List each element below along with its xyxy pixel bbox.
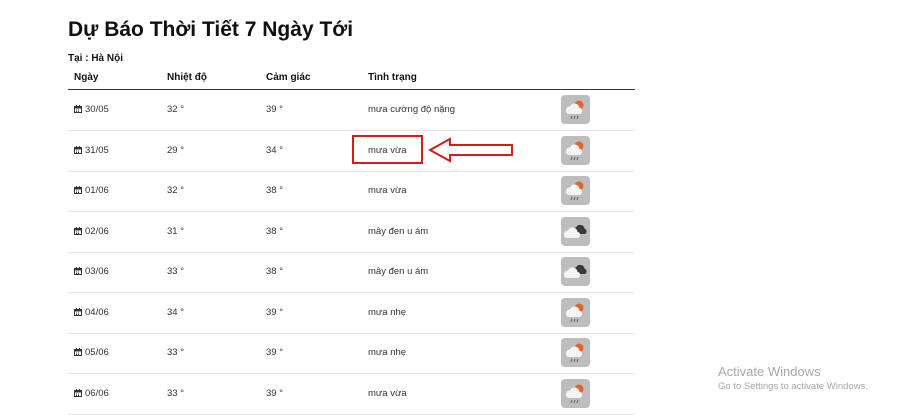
date-cell: 02/06	[74, 226, 109, 237]
header-temperature: Nhiệt độ	[167, 72, 207, 83]
rain-cloud-icon	[561, 135, 590, 165]
calendar-icon	[74, 145, 82, 154]
temperature-cell: 31 °	[167, 225, 185, 237]
date-text: 02/06	[85, 225, 109, 237]
calendar-icon	[74, 348, 82, 356]
overcast-clouds-icon	[561, 216, 590, 246]
feels-like-cell: 34 °	[266, 144, 284, 156]
date-cell: 31/05	[74, 145, 109, 156]
date-text: 06/06	[85, 387, 109, 399]
feels-like-cell: 38 °	[266, 266, 284, 277]
status-cell: mưa vừa	[368, 185, 407, 196]
status-cell: mây đen u ám	[368, 266, 429, 277]
page-title: Dự Báo Thời Tiết 7 Ngày Tới	[68, 18, 354, 41]
temperature-cell: 33 °	[167, 266, 185, 277]
date-cell: 06/06	[74, 388, 109, 399]
date-text: 03/06	[85, 266, 109, 277]
temperature-cell: 33 °	[167, 387, 185, 399]
calendar-icon	[74, 388, 82, 397]
status-cell: mây đen u ám	[368, 225, 429, 237]
watermark-title: Activate Windows	[718, 364, 821, 379]
overcast-clouds-icon	[561, 257, 590, 286]
highlight-box	[352, 135, 423, 164]
status-cell: mưa cường độ nặng	[368, 104, 456, 115]
date-text: 01/06	[85, 185, 109, 196]
date-cell: 01/06	[74, 185, 109, 196]
feels-like-cell: 39 °	[266, 306, 284, 318]
calendar-icon	[74, 226, 82, 235]
temperature-cell: 29 °	[167, 144, 185, 156]
temperature-cell: 32 °	[167, 104, 185, 115]
date-cell: 30/05	[74, 104, 109, 115]
feels-like-cell: 38 °	[266, 185, 284, 196]
temperature-cell: 33 °	[167, 347, 185, 358]
feels-like-cell: 39 °	[266, 347, 284, 358]
table-row: 30/05 32 ° 39 ° mưa cường độ nặng	[68, 90, 635, 131]
table-row: 02/06 31 ° 38 ° mây đen u ám	[68, 212, 635, 253]
rain-cloud-icon	[561, 338, 590, 367]
temperature-cell: 34 °	[167, 306, 185, 318]
rain-cloud-icon	[561, 95, 590, 124]
header-date: Ngày	[74, 72, 99, 83]
status-cell: mưa nhẹ	[368, 347, 407, 358]
table-row: 03/06 33 ° 38 ° mây đen u ám	[68, 252, 635, 293]
date-cell: 04/06	[74, 307, 109, 318]
status-cell: mưa vừa	[368, 387, 407, 399]
header-feels-like: Cảm giác	[266, 72, 311, 83]
date-cell: 03/06	[74, 266, 109, 277]
date-text: 31/05	[85, 144, 109, 156]
date-cell: 05/06	[74, 347, 109, 358]
arrow-annotation	[428, 137, 513, 163]
table-header: Ngày Nhiệt độ Cảm giác Tình trạng	[68, 70, 635, 90]
calendar-icon	[74, 307, 82, 316]
date-text: 30/05	[85, 104, 109, 115]
header-status: Tình trạng	[368, 72, 417, 83]
location-label: Tại : Hà Nội	[68, 53, 124, 64]
table-row: 04/06 34 ° 39 ° mưa nhẹ	[68, 293, 635, 334]
rain-cloud-icon	[561, 297, 590, 327]
table-row: 05/06 33 ° 39 ° mưa nhẹ	[68, 333, 635, 374]
table-row: 06/06 33 ° 39 ° mưa vừa	[68, 374, 635, 415]
calendar-icon	[74, 105, 82, 113]
feels-like-cell: 39 °	[266, 104, 284, 115]
feels-like-cell: 39 °	[266, 387, 284, 399]
rain-cloud-icon	[561, 378, 590, 408]
calendar-icon	[74, 267, 82, 275]
date-text: 05/06	[85, 347, 109, 358]
watermark-subtitle: Go to Settings to activate Windows.	[718, 381, 868, 392]
feels-like-cell: 38 °	[266, 225, 284, 237]
activate-windows-watermark: Activate Windows Go to Settings to activ…	[718, 364, 868, 392]
status-cell: mưa nhẹ	[368, 306, 407, 318]
temperature-cell: 32 °	[167, 185, 185, 196]
date-text: 04/06	[85, 306, 109, 318]
calendar-icon	[74, 186, 82, 194]
table-row: 01/06 32 ° 38 ° mưa vừa	[68, 171, 635, 212]
rain-cloud-icon	[561, 176, 590, 205]
